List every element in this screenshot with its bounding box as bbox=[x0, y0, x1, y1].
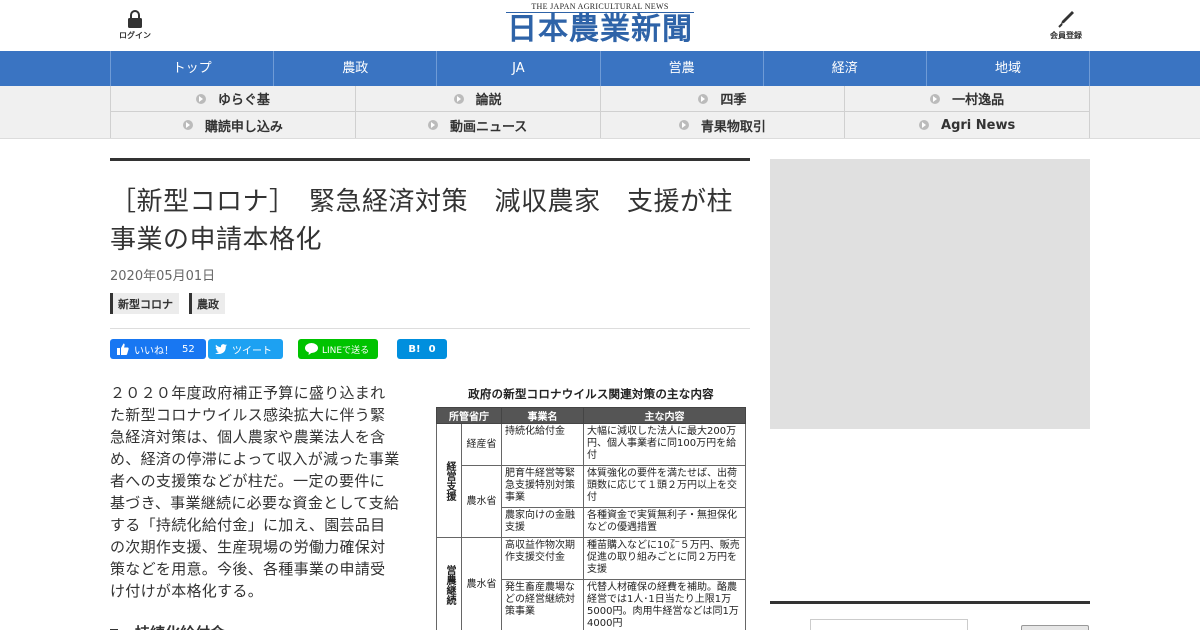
subnav-label: 青果物取引 bbox=[700, 119, 766, 135]
line-share-label: LINEで送る bbox=[322, 345, 370, 356]
table-cell-content: 大幅に減収した法人に最大200万円、個人事業者に同100万円を給付 bbox=[583, 423, 746, 466]
facebook-like-label: いいね！ bbox=[134, 345, 174, 357]
nav-item-ja[interactable]: JA bbox=[437, 51, 601, 86]
table-cell-dept: 農水省 bbox=[461, 465, 502, 538]
login-label: ログイン bbox=[119, 31, 151, 40]
article-tags: 新型コロナ 農政 bbox=[110, 293, 750, 314]
site-logo[interactable]: THE JAPAN AGRICULTURAL NEWS 日本農業新聞 bbox=[500, 2, 700, 47]
nav-item-top[interactable]: トップ bbox=[111, 51, 275, 86]
member-label: 会員登録 bbox=[1050, 31, 1082, 40]
subheading-text: 持続化給付金 bbox=[135, 622, 225, 630]
table-row: 営農継続 農水省 高収益作物次期作支援交付金 種苗購入などに10㌃５万円、販売促… bbox=[436, 537, 746, 630]
thumbs-up-icon bbox=[117, 343, 129, 355]
arrow-circle-icon bbox=[930, 93, 941, 104]
subnav-item-editorial[interactable]: 論説 bbox=[355, 86, 601, 112]
nav-item-region[interactable]: 地域 bbox=[927, 51, 1091, 86]
measures-table: 所管省庁 事業名 主な内容 経営支援 経産省 持続化給付金 大幅に減収した法人に… bbox=[436, 407, 746, 630]
table-cell-content: 代替人材確保の経費を補助。酪農経営では1人･1日当たり上限1万5000円。肉用牛… bbox=[583, 579, 746, 630]
subnav-item-subscribe[interactable]: 購読申し込み bbox=[111, 112, 356, 138]
logo-english: THE JAPAN AGRICULTURAL NEWS bbox=[531, 2, 669, 11]
pen-icon bbox=[1058, 11, 1074, 28]
twitter-bird-icon bbox=[215, 344, 227, 354]
share-buttons: いいね！ 52 ツイート LINEで送る B! 0 bbox=[110, 339, 750, 359]
arrow-circle-icon bbox=[678, 120, 689, 130]
member-registration-button[interactable]: 会員登録 bbox=[1044, 10, 1088, 41]
tweet-label: ツイート bbox=[232, 345, 272, 357]
facebook-like-button[interactable]: いいね！ 52 bbox=[110, 339, 206, 359]
table-cell-dept: 農水省 bbox=[461, 537, 502, 630]
figure-title: 政府の新型コロナウイルス関連対策の主な内容 bbox=[468, 387, 714, 401]
arrow-circle-icon bbox=[427, 120, 438, 130]
arrow-circle-icon bbox=[182, 120, 193, 130]
subnav-label: 動画ニュース bbox=[449, 119, 528, 135]
nav-item-economy[interactable]: 経済 bbox=[764, 51, 927, 86]
site-header: ログイン THE JAPAN AGRICULTURAL NEWS 日本農業新聞 … bbox=[0, 0, 1200, 51]
primary-nav: トップ 農政 JA 営農 経済 地域 bbox=[0, 51, 1200, 86]
table-cell-content: 各種資金で実質無利子・無担保化などの優遇措置 bbox=[583, 507, 746, 538]
hatena-bookmark-button[interactable]: B! 0 bbox=[397, 339, 447, 359]
nav-item-farming[interactable]: 営農 bbox=[601, 51, 764, 86]
sidebar-search-button[interactable] bbox=[1021, 625, 1089, 630]
article-title: ［新型コロナ］ 緊急経済対策 減収農家 支援が柱 事業の申請本格化 bbox=[110, 187, 760, 255]
subnav-label: 一村逸品 bbox=[952, 93, 1005, 108]
subnav-item-agri-news[interactable]: Agri News bbox=[845, 112, 1090, 138]
table-header: 事業名 bbox=[501, 407, 584, 424]
sidebar-search-input[interactable] bbox=[810, 619, 968, 630]
nav-item-policy[interactable]: 農政 bbox=[274, 51, 438, 86]
subnav-label: 四季 bbox=[720, 93, 747, 108]
arrow-circle-icon bbox=[919, 120, 930, 130]
tweet-button[interactable]: ツイート bbox=[208, 339, 283, 359]
sidebar-rule bbox=[770, 601, 1090, 604]
table-header-row: 所管省庁 事業名 主な内容 bbox=[436, 407, 746, 424]
line-logo-icon bbox=[305, 343, 318, 355]
table-row: 農水省 肥育牛経営等緊急支援特別対策事業 体質強化の要件を満たせば、出荷頭数に応… bbox=[437, 465, 746, 538]
table-cell-name: 持続化給付金 bbox=[501, 423, 584, 466]
hatena-count: 0 bbox=[428, 343, 436, 355]
secondary-nav: ゆらぐ基 論説 四季 一村逸品 購読申し込み 動画ニュース 青果物取引 Agri… bbox=[0, 86, 1200, 139]
table-cell-name: 高収益作物次期作支援交付金 bbox=[501, 537, 584, 580]
article-subheading: 持続化給付金 bbox=[110, 622, 225, 630]
tag-new-corona[interactable]: 新型コロナ bbox=[110, 293, 179, 314]
divider bbox=[110, 328, 750, 329]
subnav-item-shiki[interactable]: 四季 bbox=[600, 86, 846, 112]
subnav-label: ゆらぐ基 bbox=[217, 93, 270, 108]
logo-japanese: 日本農業新聞 bbox=[506, 12, 694, 47]
arrow-circle-icon bbox=[698, 93, 709, 104]
ad-placeholder[interactable] bbox=[770, 159, 1090, 429]
subnav-label: Agri News bbox=[941, 117, 1016, 133]
subnav-label: 論説 bbox=[475, 93, 502, 108]
subnav-item-produce-trading[interactable]: 青果物取引 bbox=[601, 112, 846, 138]
subnav-item-yuragu[interactable]: ゆらぐ基 bbox=[111, 86, 356, 112]
article-body: ２０２０年度政府補正予算に盛り込まれた新型コロナウイルス感染拡大に伴う緊急経済対… bbox=[110, 384, 400, 600]
article-date: 2020年05月01日 bbox=[110, 269, 216, 284]
tag-policy[interactable]: 農政 bbox=[189, 293, 225, 314]
arrow-circle-icon bbox=[195, 93, 206, 104]
table-header: 主な内容 bbox=[583, 407, 746, 424]
arrow-circle-icon bbox=[453, 93, 464, 104]
measures-figure[interactable]: 政府の新型コロナウイルス関連対策の主な内容 所管省庁 事業名 主な内容 経営支援… bbox=[436, 386, 746, 630]
article-top-rule bbox=[110, 158, 750, 161]
table-cell-name: 発生畜産農場などの経営継続対策事業 bbox=[501, 579, 584, 630]
hatena-icon: B! bbox=[408, 343, 421, 355]
table-cell-dept: 経産省 bbox=[461, 423, 502, 466]
table-cell-content: 種苗購入などに10㌃５万円、販売促進の取り組みごとに同２万円を支援 bbox=[583, 537, 746, 580]
facebook-like-count: 52 bbox=[182, 343, 195, 355]
line-share-button[interactable]: LINEで送る bbox=[298, 339, 378, 359]
subnav-item-video-news[interactable]: 動画ニュース bbox=[356, 112, 601, 138]
table-header: 所管省庁 bbox=[436, 407, 502, 424]
table-cell-content: 体質強化の要件を満たせば、出荷頭数に応じて１頭２万円以上を交付 bbox=[583, 465, 746, 508]
lock-icon bbox=[128, 10, 142, 28]
table-row: 経営支援 経産省 持続化給付金 大幅に減収した法人に最大200万円、個人事業者に… bbox=[436, 423, 746, 538]
subnav-item-isson-ippin[interactable]: 一村逸品 bbox=[845, 86, 1090, 112]
table-cell-name: 農家向けの金融支援 bbox=[501, 507, 584, 538]
subnav-label: 購読申し込み bbox=[204, 119, 283, 135]
table-category: 営農継続 bbox=[436, 537, 462, 630]
table-cell-name: 肥育牛経営等緊急支援特別対策事業 bbox=[501, 465, 584, 508]
login-button[interactable]: ログイン bbox=[112, 10, 158, 41]
article: ［新型コロナ］ 緊急経済対策 減収農家 支援が柱 事業の申請本格化 2020年0… bbox=[110, 158, 760, 630]
table-category: 経営支援 bbox=[436, 423, 462, 538]
